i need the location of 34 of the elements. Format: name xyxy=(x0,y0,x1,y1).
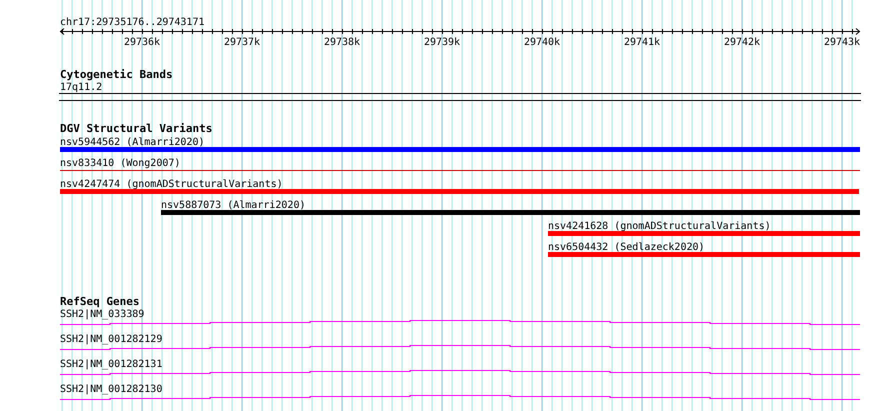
location-label: chr17:29735176..29743171 xyxy=(60,17,204,28)
ruler-tick-label: 29737k xyxy=(224,37,260,48)
variant-label: nsv5887073 (Almarri2020) xyxy=(161,200,306,211)
ruler-tick-label: 29740k xyxy=(524,37,560,48)
cytoband-label: 17q11.2 xyxy=(60,82,102,93)
transcript-line[interactable] xyxy=(60,345,860,350)
variant-bar[interactable] xyxy=(60,147,860,152)
transcript-label: SSH2|NM_001282131 xyxy=(60,359,162,370)
track-title: RefSeq Genes xyxy=(60,295,140,308)
transcript-line[interactable] xyxy=(60,395,860,400)
transcript-label: SSH2|NM_001282130 xyxy=(60,384,162,395)
ruler-tick-label: 29738k xyxy=(324,37,360,48)
transcript-label: SSH2|NM_001282129 xyxy=(60,334,162,345)
transcript-line[interactable] xyxy=(60,320,860,325)
transcript-label: SSH2|NM_033389 xyxy=(60,309,144,320)
ruler-tick-label: 29742k xyxy=(724,37,760,48)
variant-label: nsv6504432 (Sedlazeck2020) xyxy=(548,242,705,253)
variant-label: nsv833410 (Wong2007) xyxy=(60,158,180,169)
variant-line[interactable] xyxy=(60,170,860,171)
variant-label: nsv4247474 (gnomADStructuralVariants) xyxy=(60,179,283,190)
variant-label: nsv5944562 (Almarri2020) xyxy=(60,137,204,148)
ruler-tick-label: 29741k xyxy=(624,37,660,48)
cytoband-bar[interactable] xyxy=(58,93,862,101)
track-title: DGV Structural Variants xyxy=(60,122,212,135)
variant-bar[interactable] xyxy=(60,189,859,194)
ruler-tick-label: 29739k xyxy=(424,37,460,48)
ruler-tick-label: 29736k xyxy=(124,37,160,48)
variant-label: nsv4241628 (gnomADStructuralVariants) xyxy=(548,221,771,232)
track-title: Cytogenetic Bands xyxy=(60,68,173,81)
ruler-tick-label: 29743k xyxy=(824,37,860,48)
variant-bar[interactable] xyxy=(548,252,860,257)
variant-bar[interactable] xyxy=(161,210,860,215)
variant-bar[interactable] xyxy=(548,231,860,236)
transcript-line[interactable] xyxy=(60,370,860,375)
